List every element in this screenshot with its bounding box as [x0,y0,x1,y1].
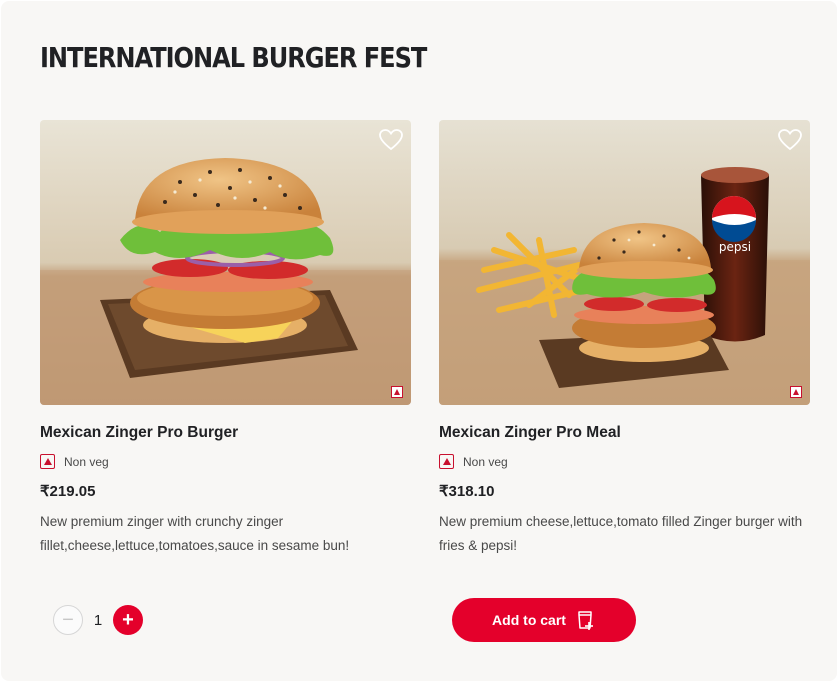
product-card[interactable]: Mexican Zinger Pro Burger Non veg ₹219.0… [40,120,411,553]
veg-indicator: Non veg [439,454,508,469]
meal-image: pepsi [439,120,810,405]
product-description: New premium cheese,lettuce,tomato filled… [439,514,803,553]
non-veg-icon [439,454,454,469]
section-title: INTERNATIONAL BURGER FEST [40,41,427,74]
quantity-value: 1 [93,611,103,629]
add-to-cart-label: Add to cart [492,612,566,628]
product-name: Mexican Zinger Pro Meal [439,424,621,441]
burger-photo[interactable] [40,120,411,405]
menu-section: INTERNATIONAL BURGER FEST Mexican Zinger… [1,1,837,681]
heart-outline-icon[interactable] [777,128,803,152]
burger-image [40,120,411,405]
product-name: Mexican Zinger Pro Burger [40,424,239,441]
product-price: ₹318.10 [439,483,495,500]
veg-label: Non veg [463,454,508,469]
product-price: ₹219.05 [40,483,96,500]
meal-photo[interactable]: pepsi [439,120,810,405]
veg-indicator: Non veg [40,454,109,469]
non-veg-corner-icon [790,386,802,398]
product-description: New premium zinger with crunchy zinger f… [40,514,350,553]
product-card[interactable]: pepsi Mexican Zinger Pro Meal Non veg ₹3… [439,120,810,553]
heart-outline-icon[interactable] [378,128,404,152]
cart-add-icon [578,611,593,630]
pepsi-logo-text: pepsi [719,240,751,254]
non-veg-icon [40,454,55,469]
increase-quantity-button[interactable]: + [113,605,143,635]
decrease-quantity-button[interactable]: − [53,605,83,635]
add-to-cart-button[interactable]: Add to cart [452,598,636,642]
veg-label: Non veg [64,454,109,469]
quantity-stepper: − 1 + [53,605,143,635]
non-veg-corner-icon [391,386,403,398]
